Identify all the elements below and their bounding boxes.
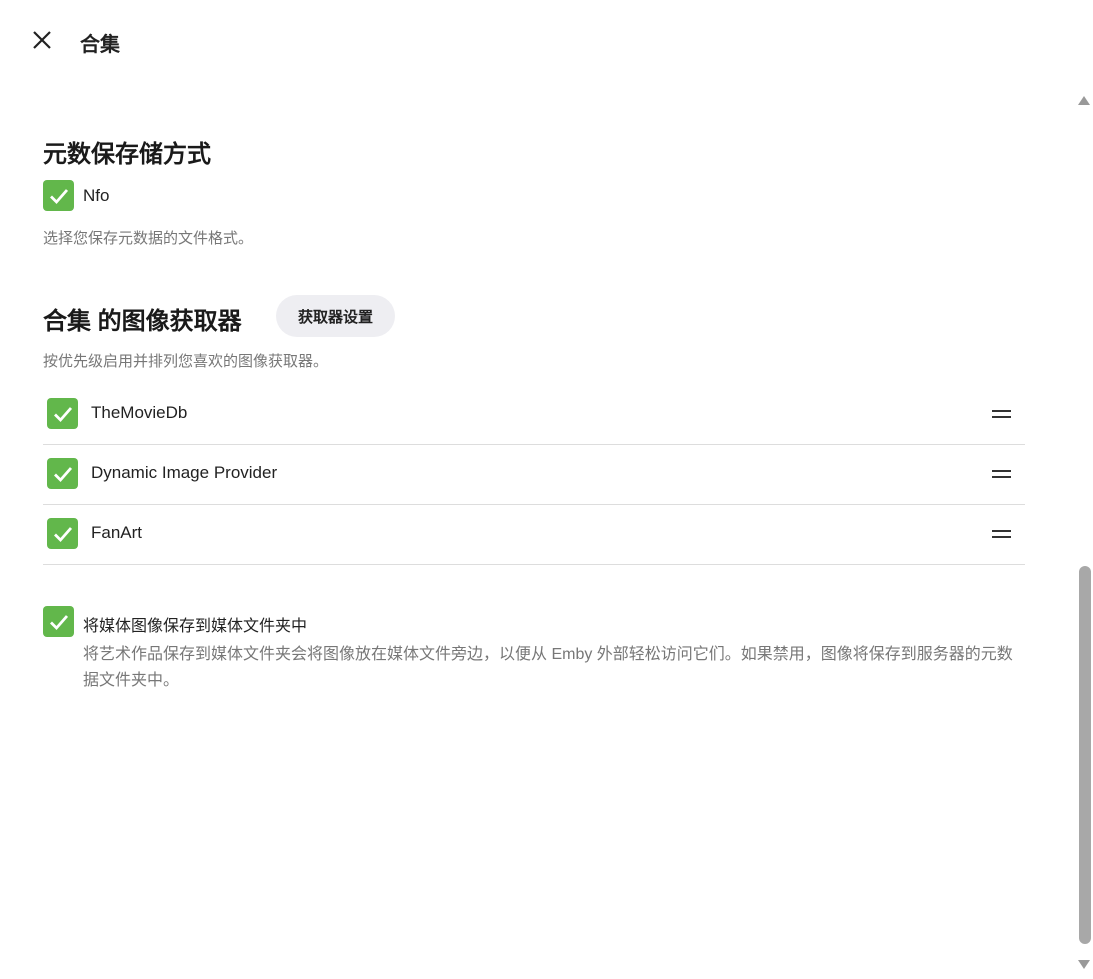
metadata-savers-heading: 元数保存储方式 [43,141,211,168]
nfo-label: Nfo [83,186,110,205]
fetcher-row: Dynamic Image Provider [43,444,1025,505]
close-icon [33,31,51,49]
drag-handle-icon[interactable] [992,470,1011,478]
scrollbar-thumb[interactable] [1079,566,1091,944]
image-fetchers-heading: 合集 的图像获取器 [43,308,242,335]
scroll-up-arrow-icon[interactable] [1078,96,1090,105]
nfo-checkbox[interactable] [43,180,74,211]
check-icon [49,614,68,630]
dialog-header: 合集 [0,0,1093,80]
check-icon [53,526,72,542]
drag-handle-icon[interactable] [992,410,1011,418]
metadata-savers-description: 选择您保存元数据的文件格式。 [43,230,254,247]
fetcher-checkbox[interactable] [47,518,78,549]
fetcher-label: TheMovieDb [91,403,188,422]
close-button[interactable] [30,28,54,52]
scroll-down-arrow-icon[interactable] [1078,960,1090,969]
fetcher-row: TheMovieDb [43,384,1025,445]
fetcher-checkbox[interactable] [47,458,78,489]
fetcher-label: Dynamic Image Provider [91,463,278,482]
check-icon [53,406,72,422]
dialog-title: 合集 [80,34,120,56]
check-icon [53,466,72,482]
drag-handle-icon[interactable] [992,530,1011,538]
scrollbar[interactable] [1075,88,1093,979]
save-local-checkbox[interactable] [43,606,74,637]
save-local-description: 将艺术作品保存到媒体文件夹会将图像放在媒体文件旁边，以便从 Emby 外部轻松访… [83,646,1013,689]
check-icon [49,188,68,204]
fetcher-settings-button[interactable]: 获取器设置 [276,295,395,337]
fetcher-row: FanArt [43,504,1025,565]
fetcher-checkbox[interactable] [47,398,78,429]
image-fetchers-description: 按优先级启用并排列您喜欢的图像获取器。 [43,353,329,370]
save-local-label: 将媒体图像保存到媒体文件夹中 [83,618,308,635]
fetcher-label: FanArt [91,523,143,542]
